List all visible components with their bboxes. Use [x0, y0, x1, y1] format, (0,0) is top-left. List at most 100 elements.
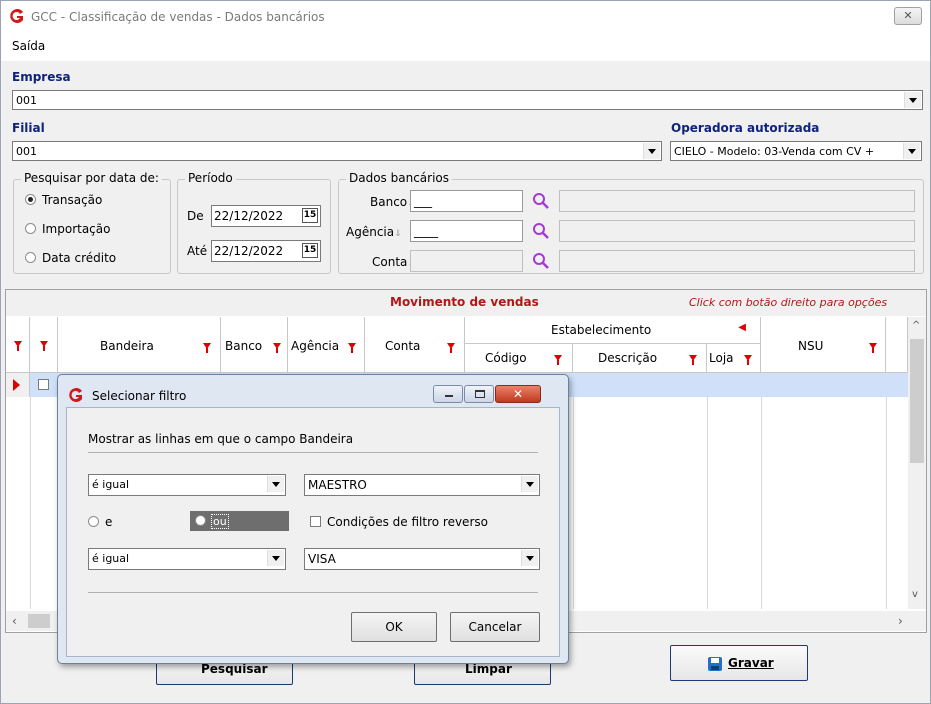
- maximize-icon: [475, 390, 485, 398]
- close-icon: ✕: [903, 9, 913, 22]
- scroll-down-icon[interactable]: v: [912, 589, 918, 600]
- agencia-input[interactable]: ____: [410, 220, 523, 242]
- search-icon[interactable]: [532, 192, 550, 210]
- grid-title: Movimento de vendas: [390, 295, 539, 309]
- banco-label: Banco⇓: [370, 195, 415, 209]
- scroll-left-icon[interactable]: ‹: [12, 614, 17, 628]
- cond2-operator-select[interactable]: é igual: [88, 548, 286, 570]
- close-icon: ✕: [513, 387, 524, 401]
- agencia-description: [559, 220, 915, 242]
- col-extra: [886, 317, 908, 373]
- chevron-down-icon: [643, 143, 660, 159]
- dialog-title: Selecionar filtro: [92, 389, 187, 403]
- cond1-operator-select[interactable]: é igual: [88, 474, 286, 496]
- empresa-value: 001: [16, 94, 37, 107]
- collapse-icon[interactable]: ◀: [738, 322, 746, 333]
- ate-label: Até: [187, 244, 208, 258]
- scroll-up-icon[interactable]: ^: [912, 320, 920, 331]
- col-conta[interactable]: Conta: [365, 317, 465, 373]
- pesquisar-title: Pesquisar por data de:: [21, 171, 162, 185]
- banco-description: [559, 190, 915, 212]
- reverse-checkbox[interactable]: Condições de filtro reverso: [310, 515, 488, 529]
- date-de-input[interactable]: 22/12/2022 15: [211, 205, 321, 227]
- cancel-button[interactable]: Cancelar: [450, 612, 540, 642]
- dialog-close-button[interactable]: ✕: [495, 385, 541, 403]
- filter-dialog: Selecionar filtro ✕ Mostrar as linhas em…: [57, 374, 569, 664]
- dialog-content: Mostrar as linhas em que o campo Bandeir…: [66, 407, 560, 657]
- gravar-button[interactable]: Gravar: [670, 645, 808, 681]
- scroll-thumb[interactable]: [910, 339, 924, 463]
- title-bar: GCC - Classificação de vendas - Dados ba…: [1, 1, 930, 33]
- banco-input[interactable]: ___: [410, 190, 523, 212]
- menu-saida[interactable]: Saída: [12, 39, 45, 53]
- maximize-button[interactable]: [464, 385, 494, 403]
- search-icon[interactable]: [532, 252, 550, 270]
- filter-active-icon[interactable]: [203, 343, 211, 353]
- filter-icon: [39, 341, 48, 351]
- minimize-icon: [445, 395, 453, 397]
- col-check[interactable]: [30, 317, 58, 373]
- col-banco[interactable]: Banco: [221, 317, 288, 373]
- operadora-combo[interactable]: CIELO - Modelo: 03-Venda com CV +: [670, 141, 922, 161]
- empresa-combo[interactable]: 001: [12, 90, 923, 110]
- filter-icon[interactable]: [273, 343, 281, 353]
- radio-or-dot: [195, 515, 206, 526]
- save-icon: [708, 657, 722, 671]
- chevron-down-icon: [904, 92, 921, 108]
- operadora-value: CIELO - Modelo: 03-Venda com CV +: [674, 145, 875, 158]
- col-codigo[interactable]: Código: [465, 344, 573, 373]
- ok-button[interactable]: OK: [351, 612, 437, 642]
- gcc-logo-icon: [69, 388, 82, 402]
- close-button[interactable]: ✕: [894, 7, 922, 25]
- window-title: GCC - Classificação de vendas - Dados ba…: [31, 10, 325, 24]
- filial-value: 001: [16, 145, 37, 158]
- agencia-label: Agência⇓: [346, 225, 402, 239]
- filial-combo[interactable]: 001: [12, 141, 662, 161]
- col-indicator[interactable]: [6, 317, 30, 373]
- cond1-value-select[interactable]: MAESTRO: [304, 474, 540, 496]
- chevron-down-icon: [521, 476, 538, 492]
- dialog-prompt: Mostrar as linhas em que o campo Bandeir…: [88, 432, 354, 446]
- calendar-icon[interactable]: 15: [302, 243, 318, 258]
- current-row-icon: [13, 379, 20, 391]
- gcc-logo-icon: [10, 9, 23, 23]
- filter-icon[interactable]: [348, 343, 356, 353]
- chevron-down-icon: [267, 550, 284, 566]
- radio-data-credito[interactable]: Data crédito: [25, 251, 116, 265]
- vertical-scrollbar[interactable]: ^ v: [908, 317, 926, 609]
- radio-importacao[interactable]: Importação: [25, 222, 110, 236]
- radio-or[interactable]: ou: [190, 511, 289, 531]
- chevron-down-icon: [521, 550, 538, 566]
- chevron-down-icon: [903, 143, 920, 159]
- radio-and[interactable]: e: [88, 515, 112, 529]
- filter-icon[interactable]: [869, 343, 877, 353]
- dados-title: Dados bancários: [346, 171, 453, 185]
- filial-label: Filial: [12, 121, 45, 135]
- col-agencia[interactable]: Agência: [288, 317, 365, 373]
- de-label: De: [187, 209, 204, 223]
- chevron-down-icon: [267, 476, 284, 492]
- col-descricao[interactable]: Descrição: [573, 344, 707, 373]
- radio-transacao[interactable]: Transação: [25, 193, 102, 207]
- col-bandeira[interactable]: Bandeira: [58, 317, 221, 373]
- h-scroll-thumb[interactable]: [28, 614, 50, 628]
- search-icon[interactable]: [532, 222, 550, 240]
- row-checkbox[interactable]: [38, 378, 49, 392]
- col-loja[interactable]: Loja: [707, 344, 761, 373]
- operadora-label: Operadora autorizada: [671, 121, 820, 135]
- col-estabelecimento[interactable]: Estabelecimento ◀: [465, 317, 761, 344]
- conta-input[interactable]: [410, 250, 523, 272]
- filter-icon[interactable]: [689, 355, 697, 365]
- minimize-button[interactable]: [433, 385, 463, 403]
- filter-icon[interactable]: [554, 355, 562, 365]
- filter-icon[interactable]: [447, 343, 455, 353]
- cond2-value-select[interactable]: VISA: [304, 548, 540, 570]
- grid-hint: Click com botão direito para opções: [689, 296, 888, 309]
- scroll-right-icon[interactable]: ›: [898, 614, 903, 628]
- conta-label: Conta⇓: [372, 255, 415, 269]
- filter-icon[interactable]: [744, 355, 752, 365]
- calendar-icon[interactable]: 15: [302, 208, 318, 223]
- menu-bar: Saída: [1, 34, 930, 60]
- date-ate-input[interactable]: 22/12/2022 15: [211, 240, 321, 262]
- col-nsu[interactable]: NSU: [761, 317, 886, 373]
